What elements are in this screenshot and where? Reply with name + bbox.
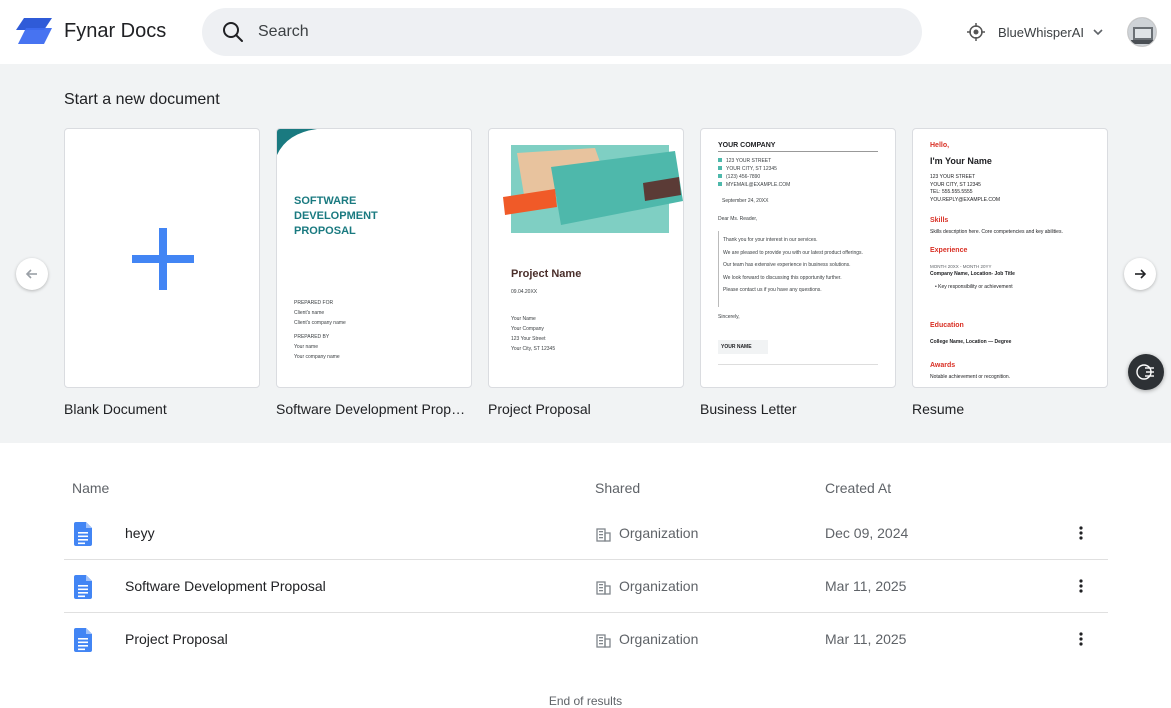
shared-status: Organization — [619, 525, 699, 541]
document-icon — [74, 522, 92, 546]
search-icon — [223, 22, 243, 42]
document-icon — [74, 628, 92, 652]
carousel-prev-button[interactable] — [16, 258, 48, 290]
template-business-letter[interactable]: YOUR COMPANY 123 YOUR STREET YOUR CITY, … — [700, 128, 896, 388]
letter-company: YOUR COMPANY — [718, 142, 776, 149]
letter-divider — [718, 151, 878, 152]
document-name[interactable]: Project Proposal — [125, 631, 228, 647]
document-icon — [74, 575, 92, 599]
template-software-proposal[interactable]: SOFTWARE DEVELOPMENT PROPOSAL PREPARED F… — [276, 128, 472, 388]
more-options-button[interactable] — [1071, 573, 1091, 599]
top-bar: Fynar Docs BlueWhisperAI — [0, 0, 1171, 64]
template-label-blank[interactable]: Blank Document — [64, 401, 260, 417]
project-details: Your Name Your Company 123 Your Street Y… — [511, 316, 556, 352]
chevron-down-icon — [1093, 29, 1103, 36]
carousel-next-button[interactable] — [1124, 258, 1156, 290]
corner-decoration — [277, 129, 317, 155]
end-of-results: End of results — [548, 694, 623, 708]
software-proposal-details: PREPARED FOR Client's name Client's comp… — [294, 300, 346, 360]
floating-assistant-button[interactable] — [1128, 354, 1164, 390]
resume-awards-heading: Awards — [930, 362, 956, 369]
resume-address: 123 YOUR STREET YOUR CITY, ST 12345 TEL:… — [930, 174, 1000, 204]
shared-status: Organization — [619, 631, 699, 647]
template-label-software[interactable]: Software Development Proposal — [276, 401, 472, 417]
resume-exp-dates: MONTH 20XX - MONTH 20YY — [930, 264, 992, 269]
resume-skills-heading: Skills — [930, 217, 949, 224]
templates-title: Start a new document — [64, 91, 220, 108]
cover-graphic — [503, 145, 683, 233]
table-row[interactable]: Project Proposal Organization Mar 11, 20… — [64, 613, 1108, 666]
resume-awards: Notable achievement or recognition. — [930, 374, 1011, 380]
organization-switcher[interactable]: BlueWhisperAI — [962, 18, 1104, 46]
column-header-name[interactable]: Name — [72, 480, 109, 496]
building-icon — [596, 528, 611, 542]
arrow-right-icon — [1135, 269, 1147, 279]
fynar-logo-icon[interactable] — [16, 18, 52, 44]
template-label-project[interactable]: Project Proposal — [488, 401, 684, 417]
list-settings-icon — [1136, 364, 1154, 380]
shared-status: Organization — [619, 578, 699, 594]
more-options-button[interactable] — [1071, 626, 1091, 652]
resume-skills: Skills description here. Core competenci… — [930, 229, 1063, 235]
arrow-left-icon — [25, 269, 37, 279]
resume-name: I'm Your Name — [930, 156, 992, 166]
column-header-shared[interactable]: Shared — [595, 480, 640, 496]
search-bar[interactable] — [202, 8, 922, 56]
template-label-resume[interactable]: Resume — [912, 401, 1108, 417]
organization-logo-icon — [962, 18, 990, 46]
letter-address: 123 YOUR STREET YOUR CITY, ST 12345 (123… — [718, 157, 790, 189]
template-resume[interactable]: Hello, I'm Your Name 123 YOUR STREET YOU… — [912, 128, 1108, 388]
column-header-created[interactable]: Created At — [825, 480, 891, 496]
letter-date: September 24, 20XX — [722, 198, 769, 204]
letter-footer-rule — [718, 364, 878, 365]
letter-rule — [718, 231, 719, 307]
table-row[interactable]: heyy Organization Dec 09, 2024 — [64, 507, 1108, 560]
more-options-button[interactable] — [1071, 520, 1091, 546]
created-date: Dec 09, 2024 — [825, 525, 909, 541]
templates-section: Start a new document SOFTWARE DEVELOPMEN… — [0, 64, 1171, 443]
more-vertical-icon — [1079, 632, 1083, 646]
building-icon — [596, 581, 611, 595]
letter-closing: Sincerely, — [718, 314, 740, 320]
project-name-title: Project Name — [511, 268, 582, 280]
created-date: Mar 11, 2025 — [825, 631, 907, 647]
resume-education: College Name, Location — Degree — [930, 339, 1012, 345]
organization-name: BlueWhisperAI — [998, 24, 1084, 40]
table-row[interactable]: Software Development Proposal Organizati… — [64, 560, 1108, 613]
letter-signature: YOUR NAME — [718, 340, 768, 354]
document-name[interactable]: heyy — [125, 525, 155, 541]
created-date: Mar 11, 2025 — [825, 578, 907, 594]
letter-body: Thank you for your interest in our servi… — [723, 237, 863, 293]
resume-experience-heading: Experience — [930, 247, 968, 254]
resume-education-heading: Education — [930, 322, 964, 329]
more-vertical-icon — [1079, 526, 1083, 540]
software-proposal-heading: SOFTWARE DEVELOPMENT PROPOSAL — [294, 195, 378, 237]
app-name[interactable]: Fynar Docs — [64, 20, 166, 43]
letter-greeting: Dear Ms. Reader, — [718, 216, 758, 222]
resume-hello: Hello, — [930, 142, 950, 149]
more-vertical-icon — [1079, 579, 1083, 593]
resume-exp-bullet: • Key responsibility or achievement — [935, 284, 1013, 290]
template-project-proposal[interactable]: Project Name 09.04.20XX Your Name Your C… — [488, 128, 684, 388]
resume-exp-role: Company Name, Location- Job Title — [930, 271, 1015, 277]
building-icon — [596, 634, 611, 648]
search-input[interactable] — [258, 20, 898, 44]
user-avatar[interactable] — [1127, 17, 1157, 47]
template-label-letter[interactable]: Business Letter — [700, 401, 896, 417]
plus-icon — [132, 228, 194, 290]
template-blank-document[interactable] — [64, 128, 260, 388]
project-date: 09.04.20XX — [511, 289, 538, 295]
document-name[interactable]: Software Development Proposal — [125, 578, 326, 594]
